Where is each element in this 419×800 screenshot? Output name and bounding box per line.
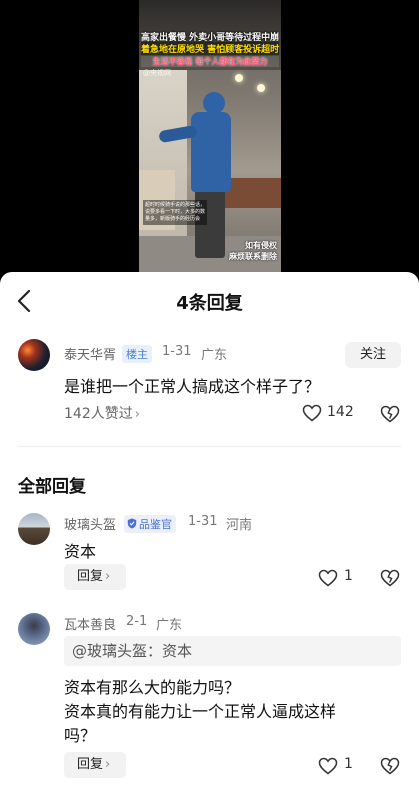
reply-button-label: 回复 (77, 757, 104, 772)
chevron-right-icon: › (105, 757, 111, 772)
like-count: 1 (344, 756, 353, 772)
video-title-line2: 着急地在原地哭 害怕顾客投诉超时送达 (141, 42, 279, 55)
video-watermark: @央视网 (143, 69, 171, 77)
comment-text-line1: 资本有那么大的能力吗？ (64, 678, 241, 697)
video-copyright-notice: 如有侵权 麻烦联系删除 (229, 240, 277, 262)
dislike-heart-icon[interactable] (380, 568, 400, 588)
avatar[interactable] (18, 339, 50, 371)
username[interactable]: 玻璃头盔 (64, 514, 116, 533)
chevron-right-icon: › (134, 407, 140, 422)
video-notice-line2: 麻烦联系删除 (229, 252, 277, 261)
comment-location: 广东 (201, 348, 228, 363)
avatar[interactable] (18, 613, 50, 645)
reply-button[interactable]: 回复 › (64, 752, 126, 778)
dislike-heart-icon[interactable] (380, 404, 400, 424)
like-count: 142 (327, 404, 354, 420)
comment-date: 1-31 (188, 514, 218, 529)
all-replies-heading: 全部回复 (18, 477, 86, 497)
comment-text: 是谁把一个正常人搞成这个样子了？ (64, 377, 321, 396)
video-person-head (203, 92, 225, 114)
reply-button[interactable]: 回复 › (64, 564, 126, 590)
video-scene-light (235, 74, 243, 82)
section-divider (18, 446, 401, 447)
comment-text-line2: 资本真的有能力让一个正常人逼成这样 (64, 702, 337, 721)
like-heart-icon[interactable] (318, 757, 338, 775)
comment-location: 广东 (156, 618, 183, 633)
reply-button-label: 回复 (77, 569, 104, 584)
video-notice-line1: 如有侵权 (245, 241, 277, 250)
video-person-body (191, 112, 231, 192)
video-title-line3: 生活不容易 每个人都在为此努力 (141, 56, 279, 67)
video-scene-light (257, 84, 265, 92)
comment-location: 河南 (226, 518, 253, 533)
likes-summary-text: 142人赞过 (64, 406, 133, 422)
comment-text: 资本 (64, 542, 97, 561)
follow-button[interactable]: 关注 (345, 342, 401, 368)
video-player[interactable]: 高家出餐慢 外卖小哥等待过程中崩溃 着急地在原地哭 害怕顾客投诉超时送达 生活不… (0, 0, 419, 285)
like-heart-icon[interactable] (318, 569, 338, 587)
video-caption: 超时时候骑手说的那些话，说要多看一下时，大多的数量多，新版骑手的经历会 (143, 200, 207, 225)
like-count: 1 (344, 568, 353, 584)
like-heart-icon[interactable] (302, 404, 322, 422)
shield-icon (127, 518, 137, 529)
video-frame[interactable]: 高家出餐慢 外卖小哥等待过程中崩溃 着急地在原地哭 害怕顾客投诉超时送达 生活不… (139, 0, 281, 285)
reviewer-badge: 品鉴官 (124, 515, 176, 533)
username[interactable]: 瓦本善良 (64, 614, 116, 633)
sheet-title: 4条回复 (176, 293, 243, 314)
sheet-header: 4条回复 (0, 272, 419, 334)
reply-sheet: 4条回复 泰天华胥 楼主 1-31 广东 关注 是谁把一个正常人搞成这个样子了？… (0, 272, 419, 800)
dislike-heart-icon[interactable] (380, 756, 400, 776)
avatar[interactable] (18, 513, 50, 545)
comment-text-line3: 吗？ (64, 726, 97, 745)
op-badge: 楼主 (122, 345, 152, 363)
comment-date: 2-1 (126, 614, 148, 629)
likes-summary-link[interactable]: 142人赞过 › (64, 403, 140, 423)
username[interactable]: 泰天华胥 (64, 344, 116, 363)
comment-date: 1-31 (162, 344, 192, 359)
reviewer-badge-label: 品鉴官 (139, 518, 172, 531)
quoted-reply[interactable]: @玻璃头盔：资本 (64, 636, 401, 666)
chevron-right-icon: › (105, 569, 111, 584)
